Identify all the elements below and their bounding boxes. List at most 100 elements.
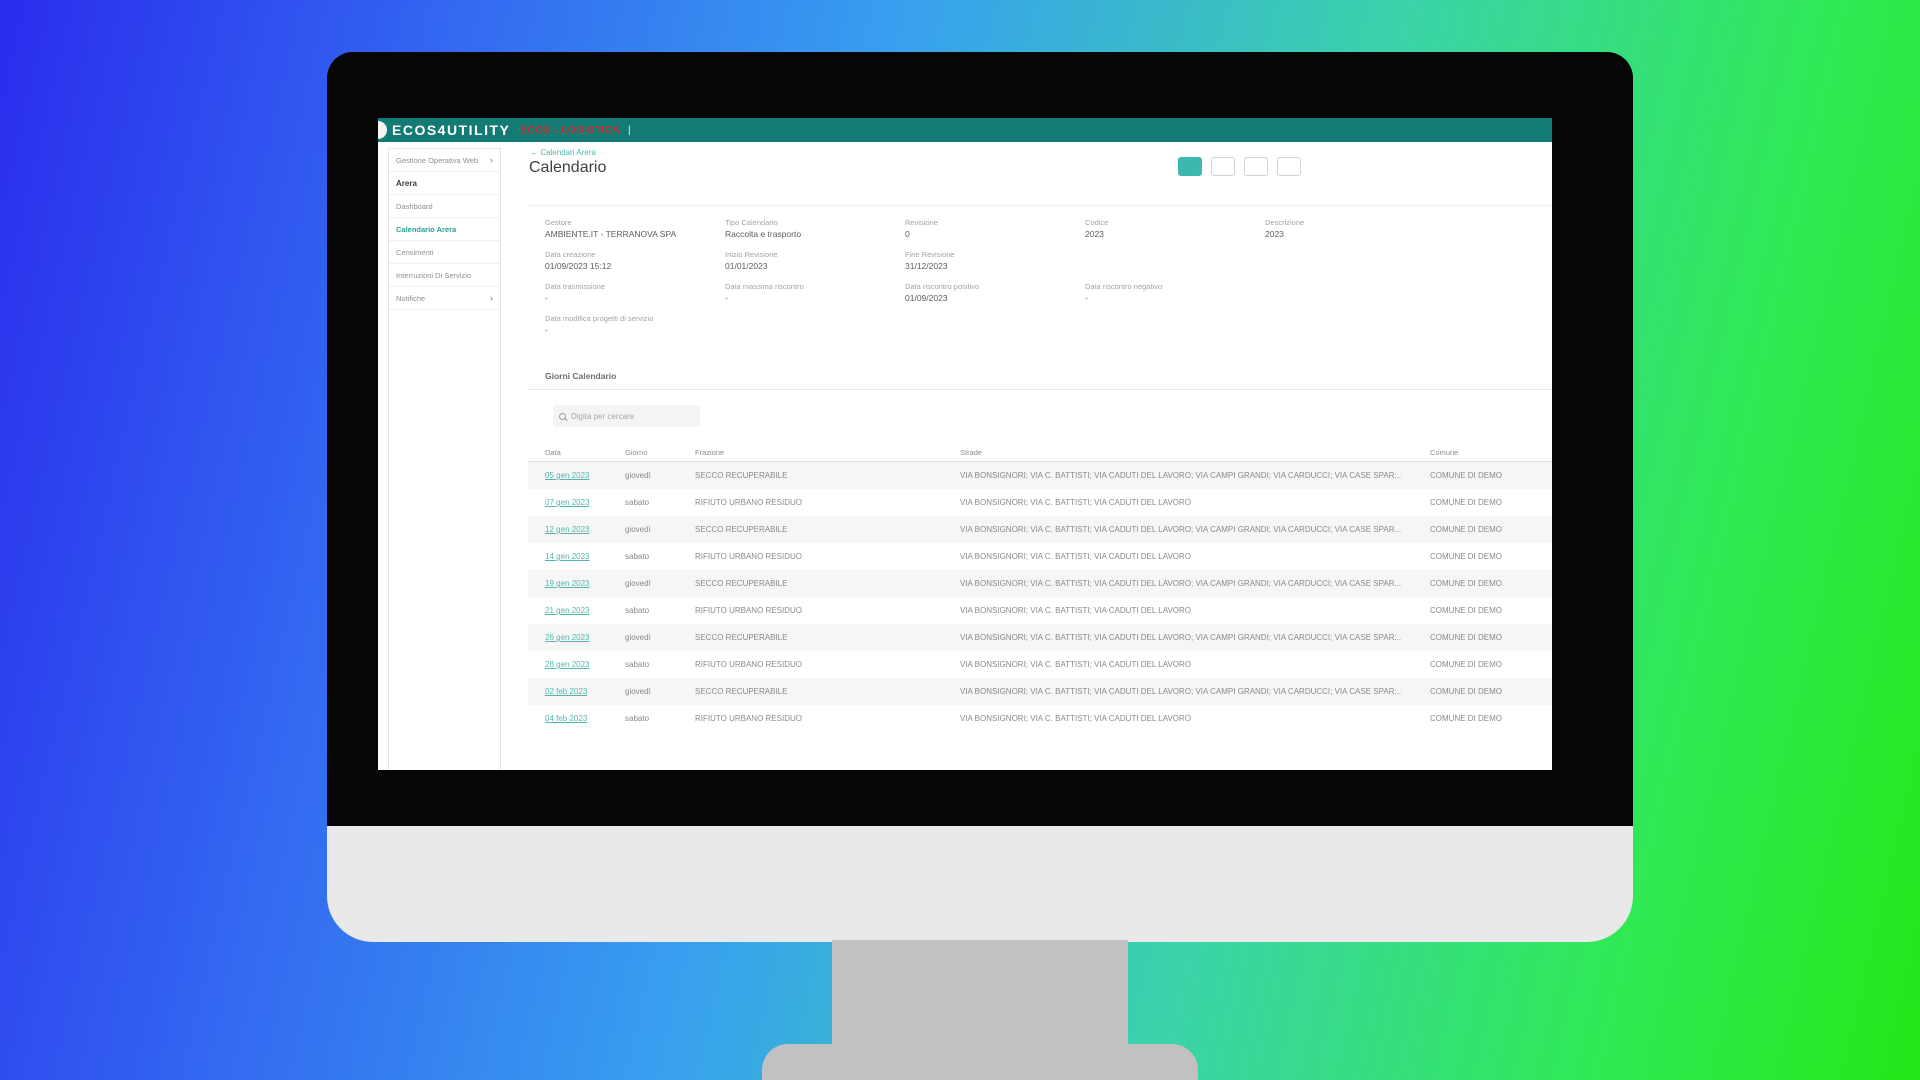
field-label: Tipo Calendario bbox=[725, 218, 778, 227]
field-value: - bbox=[545, 293, 548, 303]
table-row: 19 gen 2023 giovedì SECCO RECUPERABILE V… bbox=[528, 570, 1552, 597]
table-row: 07 gen 2023 sabato RIFIUTO URBANO RESIDU… bbox=[528, 489, 1552, 516]
chevron-right-icon: › bbox=[490, 292, 493, 303]
giorno-cell: sabato bbox=[625, 498, 650, 507]
details-row-3: Data trasmissione - Data massima riscont… bbox=[545, 282, 1552, 303]
calendar-action-button[interactable] bbox=[1211, 157, 1235, 176]
field-label: Data massima riscontro bbox=[725, 282, 804, 291]
table-header: Data Giorno Frazione Strade Comune bbox=[528, 443, 1552, 462]
date-cell: 07 gen 2023 bbox=[545, 498, 625, 507]
giorno-cell: giovedì bbox=[625, 687, 651, 696]
sidebar-item-label: Censimenti bbox=[396, 247, 434, 257]
sidebar-item[interactable]: Arera bbox=[389, 172, 500, 195]
sidebar-item-label: Notifiche bbox=[396, 293, 426, 303]
app-header-bar: ECOS4UTILITY ECOS - LOGISTICA | bbox=[378, 118, 1552, 142]
field-value: Raccolta e trasporto bbox=[725, 229, 802, 239]
sidebar-item[interactable]: Gestione Operativa Web › bbox=[389, 149, 500, 172]
giorno-cell: sabato bbox=[625, 660, 650, 669]
date-link[interactable]: 28 gen 2023 bbox=[545, 660, 590, 669]
table-row: 14 gen 2023 sabato RIFIUTO URBANO RESIDU… bbox=[528, 543, 1552, 570]
date-link[interactable]: 02 feb 2023 bbox=[545, 687, 587, 696]
field-label: Data trasmissione bbox=[545, 282, 606, 291]
frazione-cell: SECCO RECUPERABILE bbox=[695, 471, 788, 480]
date-link[interactable]: 21 gen 2023 bbox=[545, 606, 590, 615]
breadcrumb[interactable]: ← Calendari Arera bbox=[530, 148, 1552, 159]
strade-cell: VIA BONSIGNORI; VIA C. BATTISTI; VIA CAD… bbox=[960, 660, 1192, 669]
action-buttons bbox=[1178, 157, 1301, 176]
sidebar-item-label: Interruzioni Di Servizio bbox=[396, 270, 472, 280]
date-link[interactable]: 26 gen 2023 bbox=[545, 633, 590, 642]
calendar-action-button[interactable] bbox=[1277, 157, 1301, 176]
section-title: Giorni Calendario bbox=[545, 371, 617, 381]
date-link[interactable]: 14 gen 2023 bbox=[545, 552, 590, 561]
brand-suffix: ECOS - LOGISTICA bbox=[520, 124, 621, 136]
detail-field: Gestore AMBIENTE.IT - TERRANOVA SPA bbox=[545, 218, 725, 239]
title-row: Calendario bbox=[528, 157, 1552, 183]
sidebar-item-label: Calendario Arera bbox=[396, 224, 457, 234]
table-row: 28 gen 2023 sabato RIFIUTO URBANO RESIDU… bbox=[528, 651, 1552, 678]
field-value: 0 bbox=[905, 229, 910, 239]
section-divider bbox=[528, 389, 1552, 390]
search-input[interactable] bbox=[571, 411, 691, 421]
frazione-cell: SECCO RECUPERABILE bbox=[695, 633, 788, 642]
calendar-details: Gestore AMBIENTE.IT - TERRANOVA SPA Tipo… bbox=[528, 205, 1552, 335]
comune-cell: COMUNE DI DEMO bbox=[1430, 498, 1502, 507]
brand-divider: | bbox=[628, 124, 631, 136]
detail-field: Data riscontro positivo 01/09/2023 bbox=[905, 282, 1085, 303]
comune-cell: COMUNE DI DEMO bbox=[1430, 579, 1502, 588]
date-link[interactable]: 07 gen 2023 bbox=[545, 498, 590, 507]
app-screen: ECOS4UTILITY ECOS - LOGISTICA | Gestione… bbox=[378, 118, 1552, 770]
calendar-action-button[interactable] bbox=[1178, 157, 1202, 176]
comune-cell: COMUNE DI DEMO bbox=[1430, 714, 1502, 723]
table-row: 04 feb 2023 sabato RIFIUTO URBANO RESIDU… bbox=[528, 705, 1552, 732]
comune-cell: COMUNE DI DEMO bbox=[1430, 606, 1502, 615]
date-link[interactable]: 05 gen 2023 bbox=[545, 471, 590, 480]
details-row-4: Data modifica progetti di servizio - bbox=[545, 314, 1552, 335]
strade-cell: VIA BONSIGNORI; VIA C. BATTISTI; VIA CAD… bbox=[960, 498, 1192, 507]
giorno-cell: giovedì bbox=[625, 633, 651, 642]
field-value: 01/09/2023 bbox=[905, 293, 948, 303]
date-link[interactable]: 19 gen 2023 bbox=[545, 579, 590, 588]
table-column-header: Giorno bbox=[625, 447, 648, 457]
sidebar-nav: Gestione Operativa Web › Arera Dashboard… bbox=[388, 148, 501, 770]
field-value: - bbox=[725, 293, 728, 303]
sidebar-item-label: Dashboard bbox=[396, 201, 433, 211]
detail-field: Codice 2023 bbox=[1085, 218, 1265, 239]
date-link[interactable]: 04 feb 2023 bbox=[545, 714, 587, 723]
table-column-header: Strade bbox=[960, 447, 983, 457]
sidebar-item[interactable]: Dashboard bbox=[389, 195, 500, 218]
monitor-stand-base bbox=[762, 1044, 1198, 1080]
date-link[interactable]: 12 gen 2023 bbox=[545, 525, 590, 534]
date-cell: 02 feb 2023 bbox=[545, 687, 625, 696]
table-column-header: Comune bbox=[1430, 447, 1459, 457]
field-value: 01/09/2023 15:12 bbox=[545, 261, 612, 271]
comune-cell: COMUNE DI DEMO bbox=[1430, 633, 1502, 642]
field-label: Gestore bbox=[545, 218, 572, 227]
field-value: - bbox=[545, 325, 548, 335]
field-value: 2023 bbox=[1085, 229, 1104, 239]
detail-field: Tipo Calendario Raccolta e trasporto bbox=[725, 218, 905, 239]
detail-field: Data massima riscontro - bbox=[725, 282, 905, 303]
sidebar-item[interactable]: Calendario Arera bbox=[389, 218, 500, 241]
comune-cell: COMUNE DI DEMO bbox=[1430, 471, 1502, 480]
chevron-right-icon: › bbox=[490, 154, 493, 165]
main-content: ← Calendari Arera Calendario Gestore AMB… bbox=[528, 148, 1552, 770]
giorni-calendario-section: Giorni Calendario Data Giorno Frazione Stra… bbox=[528, 371, 1552, 732]
page-title: Calendario bbox=[529, 159, 607, 176]
field-label: Revisione bbox=[905, 218, 938, 227]
detail-field: Inizio Revisione 01/01/2023 bbox=[725, 250, 905, 271]
background-gradient: ECOS4UTILITY ECOS - LOGISTICA | Gestione… bbox=[0, 0, 1920, 1080]
table-row: 05 gen 2023 giovedì SECCO RECUPERABILE V… bbox=[528, 462, 1552, 489]
sidebar-item[interactable]: Interruzioni Di Servizio bbox=[389, 264, 500, 287]
monitor-chin bbox=[327, 826, 1633, 942]
field-value: 2023 bbox=[1265, 229, 1284, 239]
date-cell: 05 gen 2023 bbox=[545, 471, 625, 480]
field-value: AMBIENTE.IT - TERRANOVA SPA bbox=[545, 229, 677, 239]
sidebar-item[interactable]: Censimenti bbox=[389, 241, 500, 264]
strade-cell: VIA BONSIGNORI; VIA C. BATTISTI; VIA CAD… bbox=[960, 633, 1402, 642]
field-label: Descrizione bbox=[1265, 218, 1305, 227]
frazione-cell: RIFIUTO URBANO RESIDUO bbox=[695, 552, 802, 561]
calendar-action-button[interactable] bbox=[1244, 157, 1268, 176]
detail-field: Data modifica progetti di servizio - bbox=[545, 314, 725, 335]
sidebar-item[interactable]: Notifiche › bbox=[389, 287, 500, 310]
